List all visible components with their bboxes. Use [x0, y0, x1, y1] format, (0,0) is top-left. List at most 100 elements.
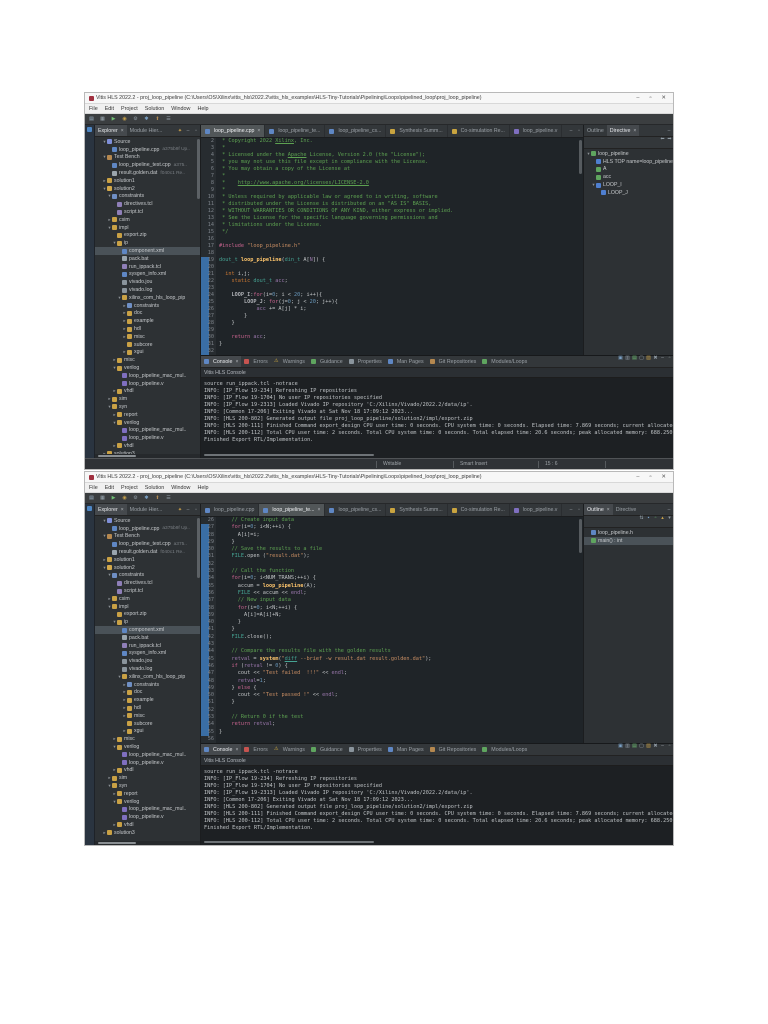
editor-tab-synthesis-summ...[interactable]: Synthesis Summ... — [386, 125, 448, 137]
tree-item-test-bench[interactable]: ▾ Test Bench — [95, 533, 200, 541]
console-tab-properties[interactable]: Properties — [346, 744, 385, 755]
maximize-button[interactable]: ▫ — [644, 95, 656, 101]
menu-solution[interactable]: Solution — [145, 485, 164, 491]
panel-tab-directive[interactable]: Directive — [613, 504, 640, 515]
tree-item-verilog[interactable]: ▾ verilog — [95, 419, 200, 427]
tree-item-constraints[interactable]: ▾ constraints — [95, 572, 200, 580]
restore-view-icon[interactable] — [87, 506, 92, 511]
cosimulation-icon[interactable]: ✱ — [144, 495, 149, 501]
tree-item-pack.bat[interactable]: pack.bat — [95, 255, 200, 263]
tree-item-acc[interactable]: acc — [584, 173, 673, 181]
tree-item-export.zip[interactable]: export.zip — [95, 232, 200, 240]
console-output[interactable]: source run_ippack.tcl -notrace INFO: [IP_… — [201, 378, 673, 458]
close-button[interactable]: ✕ — [656, 95, 671, 101]
editor-tab-loop-pipeline-te...[interactable]: loop_pipeline_te... × — [259, 504, 326, 516]
editor-tab-loop-pipeline-te...[interactable]: loop_pipeline_te... — [265, 125, 326, 137]
tree-item-vhdl[interactable]: ▸ vhdl — [95, 821, 200, 829]
maximize-panel-icon[interactable]: ▫ — [192, 504, 200, 515]
minimize-panel-icon[interactable]: – — [567, 125, 575, 137]
tree-item-verilog[interactable]: ▾ verilog — [95, 743, 200, 751]
explorer-vscrollbar[interactable] — [197, 518, 200, 578]
console-tab-console[interactable]: Console × — [201, 744, 242, 755]
open-console-icon[interactable]: ▤ — [632, 356, 637, 361]
tree-item-hdl[interactable]: ▸ hdl — [95, 325, 200, 333]
run-icon[interactable]: ▶ — [111, 116, 116, 122]
console-tab-git-repositories[interactable]: Git Repositories — [427, 744, 480, 755]
maximize-panel-icon[interactable]: ▫ — [667, 356, 672, 361]
editor-tab-loop-pipeline.v[interactable]: loop_pipeline.v — [510, 504, 563, 516]
tree-item-component.xml[interactable]: component.xml — [95, 247, 200, 255]
editor-vscrollbar[interactable] — [579, 140, 582, 174]
menu-solution[interactable]: Solution — [145, 106, 164, 112]
tree-item-source[interactable]: ▾ Source — [95, 517, 200, 525]
tree-item-misc[interactable]: ▸ misc — [95, 356, 200, 364]
tree-item-xilinx-com-hls-loop-pip[interactable]: ▾ xilinx_com_hls_loop_pip — [95, 294, 200, 302]
minimize-button[interactable]: – — [631, 95, 644, 101]
tree-item-constraints[interactable]: ▸ constraints — [95, 681, 200, 689]
tree-item-vhdl[interactable]: ▸ vhdl — [95, 442, 200, 450]
close-tab-icon[interactable]: × — [235, 359, 238, 365]
clear-console-icon[interactable]: ▨ — [646, 356, 651, 361]
display-console-icon[interactable]: ▥ — [625, 744, 630, 749]
console-tab-guidance[interactable]: Guidance — [308, 744, 346, 755]
editor-tab-loop-pipeline-cs...[interactable]: loop_pipeline_cs... — [325, 504, 387, 516]
menu-file[interactable]: File — [89, 106, 98, 112]
maximize-button[interactable]: ▫ — [644, 474, 656, 480]
close-tab-icon[interactable]: × — [318, 507, 321, 513]
view-layout-icon[interactable]: ☰ — [166, 495, 171, 501]
explorer-tab-module-hier-[interactable]: Module Hier... — [127, 125, 166, 136]
tree-item-sim[interactable]: ▸ sim — [95, 774, 200, 782]
tree-item-pack.bat[interactable]: pack.bat — [95, 634, 200, 642]
forward-icon[interactable]: ➡ — [667, 137, 672, 142]
new-file-icon[interactable]: ▤ — [89, 116, 94, 122]
console-tab-git-repositories[interactable]: Git Repositories — [427, 356, 480, 367]
tree-item-vivado.log[interactable]: vivado.log — [95, 286, 200, 294]
panel-tab-outline[interactable]: Outline × — [584, 504, 613, 515]
tree-item-example[interactable]: ▸ example — [95, 696, 200, 704]
tree-item-hdl[interactable]: ▸ hdl — [95, 704, 200, 712]
tree-item-loop-pipeline.h[interactable]: loop_pipeline.h — [584, 529, 673, 537]
editor-vscrollbar[interactable] — [579, 519, 582, 553]
scroll-lock-icon[interactable]: ▢ — [639, 744, 644, 749]
hide-local-types-icon[interactable]: ▾ — [667, 516, 672, 521]
console-tab-console[interactable]: Console × — [201, 356, 242, 367]
console-tab-guidance[interactable]: Guidance — [308, 356, 346, 367]
tree-item-loop-i[interactable]: ▾ LOOP_I — [584, 181, 673, 189]
tree-item-script.tcl[interactable]: script.tcl — [95, 587, 200, 595]
tree-item-example[interactable]: ▸ example — [95, 317, 200, 325]
console-tab-modules-loops[interactable]: Modules/Loops — [479, 744, 530, 755]
pin-console-icon[interactable]: ✖ — [653, 744, 658, 749]
tree-item-loop-j[interactable]: LOOP_J — [584, 189, 673, 197]
tree-item-sysgen-info.xml[interactable]: sysgen_info.xml — [95, 650, 200, 658]
tree-item-verilog[interactable]: ▾ verilog — [95, 798, 200, 806]
minimize-button[interactable]: – — [631, 474, 644, 480]
new-file-icon[interactable]: ▤ — [89, 495, 94, 501]
tree-item-loop-pipeline-test.cpp[interactable]: loop_pipeline_test.cpp a375.. — [95, 540, 200, 548]
tree-item-sysgen-info.xml[interactable]: sysgen_info.xml — [95, 271, 200, 279]
tree-item-run-ippack.tcl[interactable]: run_ippack.tcl — [95, 642, 200, 650]
explorer-hscrollbar[interactable] — [95, 841, 200, 845]
tree-item-script.tcl[interactable]: script.tcl — [95, 208, 200, 216]
console-output[interactable]: source run_ippack.tcl -notrace INFO: [IP_… — [201, 766, 673, 845]
explorer-vscrollbar[interactable] — [197, 139, 200, 199]
minimize-panel-icon[interactable]: – — [660, 744, 665, 749]
tree-item-ip[interactable]: ▾ ip — [95, 239, 200, 247]
minimize-panel-icon[interactable]: – — [665, 504, 673, 515]
tree-item-misc[interactable]: ▸ misc — [95, 712, 200, 720]
console-tab-man-pages[interactable]: Man Pages — [385, 744, 427, 755]
explorer-tab-module-hier-[interactable]: Module Hier... — [127, 504, 166, 515]
tree-item-export.zip[interactable]: export.zip — [95, 611, 200, 619]
tree-item-vivado.jou[interactable]: vivado.jou — [95, 657, 200, 665]
tree-item-solution3[interactable]: ▸ solution3 — [95, 829, 200, 837]
clear-console-icon[interactable]: ▨ — [646, 744, 651, 749]
hide-static-icon[interactable]: ▫ — [653, 516, 658, 521]
close-tab-icon[interactable]: × — [121, 507, 124, 513]
menu-window[interactable]: Window — [171, 485, 190, 491]
panel-tab-outline[interactable]: Outline — [584, 125, 607, 136]
explorer-hscrollbar[interactable] — [95, 454, 200, 458]
hide-non-public-icon[interactable]: ▴ — [660, 516, 665, 521]
save-icon[interactable]: ▦ — [100, 116, 105, 122]
tree-item-solution1[interactable]: ▸ solution1 — [95, 556, 200, 564]
tree-item-csim[interactable]: ▸ csim — [95, 216, 200, 224]
tree-item-ip[interactable]: ▾ ip — [95, 618, 200, 626]
